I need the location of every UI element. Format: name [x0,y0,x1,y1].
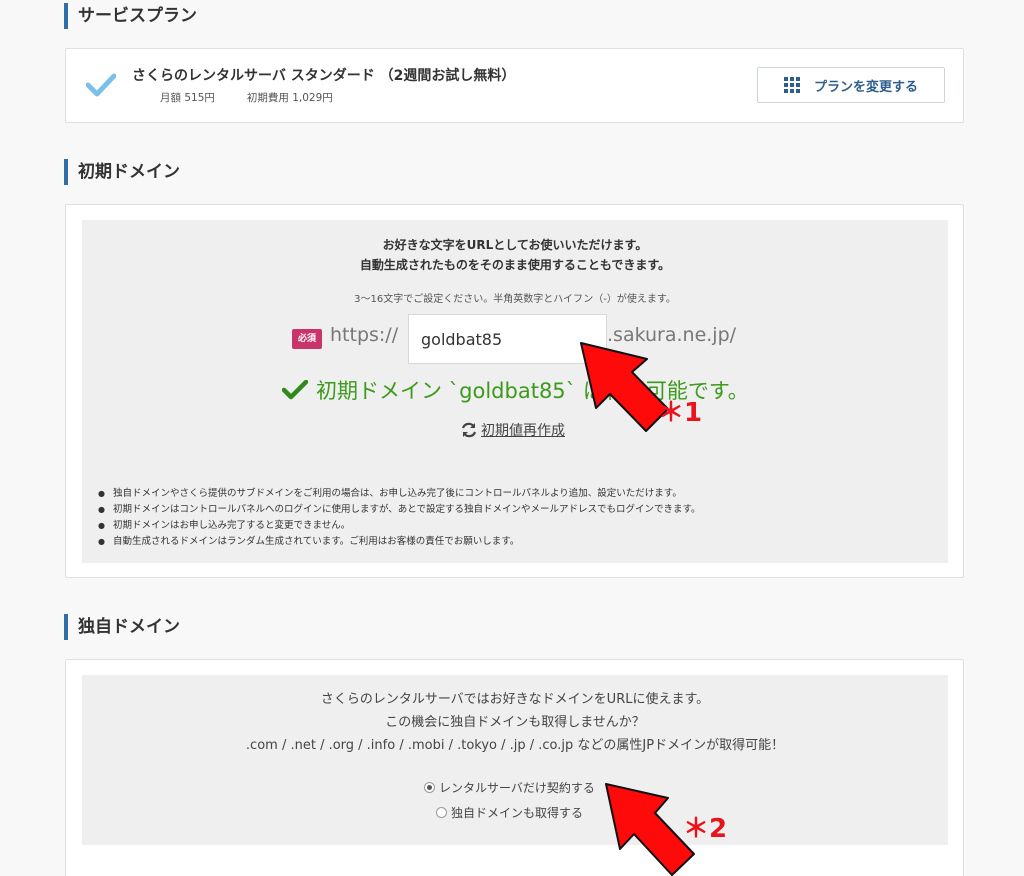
regenerate-label: 初期値再作成 [481,423,565,439]
note-item: 独自ドメインやさくら提供のサブドメインをご利用の場合は、お申し込み完了後にコント… [98,486,701,502]
radio-label-server-only: レンタルサーバだけ契約する [439,781,595,795]
change-plan-button[interactable]: プランを変更する [757,67,945,103]
custom-domain-box: さくらのレンタルサーバではお好きなドメインをURLに使えます。 この機会に独自ド… [82,675,948,845]
plan-prices: 月額 515円 初期費用 1,029円 [160,90,333,105]
annotation-mark-2: ＊2 [683,814,728,844]
service-plan-title: サービスプラン [64,3,197,29]
check-icon [86,73,116,97]
initial-domain-panel: お好きな文字をURLとしてお使いいただけます。 自動生成されたものをそのまま使用… [65,204,964,578]
annotation-mark-1: ＊1 [658,398,703,428]
initial-domain-box: お好きな文字をURLとしてお使いいただけます。 自動生成されたものをそのまま使用… [82,220,948,563]
custom-line-1: さくらのレンタルサーバではお好きなドメインをURLに使えます。 [320,692,710,707]
intro-line-1: お好きな文字をURLとしてお使いいただけます。 [382,238,648,252]
radio-button-selected[interactable] [424,782,435,793]
grid-icon [783,77,800,93]
regenerate-link[interactable]: 初期値再作成 [460,420,565,440]
plan-name: さくらのレンタルサーバ スタンダード （2週間お試し無料） [132,68,516,84]
intro-line-2: 自動生成されたものをそのまま使用することもできます。 [359,258,671,272]
note-item: 初期ドメインはお申し込み完了すると変更できません。 [98,518,701,534]
note-item: 初期ドメインはコントロールパネルへのログインに使用しますが、あとで設定する独自ド… [98,502,701,518]
custom-line-3: .com / .net / .org / .info / .mobi / .to… [245,738,785,753]
radio-label-with-domain: 独自ドメインも取得する [451,806,584,820]
required-badge: 必須 [292,329,322,349]
custom-domain-panel: さくらのレンタルサーバではお好きなドメインをURLに使えます。 この機会に独自ド… [65,659,964,876]
radio-button[interactable] [436,807,447,818]
input-hint: 3〜16文字でご設定ください。半角英数字とハイフン（-）が使えます。 [354,294,676,305]
plan-panel: さくらのレンタルサーバ スタンダード （2週間お試し無料） 月額 515円 初期費… [65,48,964,123]
checkmark-icon [282,380,308,400]
change-plan-label: プランを変更する [813,79,918,95]
monthly-fee: 月額 515円 [160,92,215,104]
initial-fee: 初期費用 1,029円 [246,92,333,104]
refresh-icon [461,422,477,438]
custom-domain-title: 独自ドメイン [64,614,180,640]
url-prefix: https:// [330,324,399,346]
radio-with-domain[interactable]: 独自ドメインも取得する [436,804,583,821]
notes-list: 独自ドメインやさくら提供のサブドメインをご利用の場合は、お申し込み完了後にコント… [98,486,701,550]
custom-line-2: この機会に独自ドメインも取得しませんか？ [385,715,645,730]
initial-domain-title: 初期ドメイン [64,159,180,185]
radio-server-only[interactable]: レンタルサーバだけ契約する [424,779,595,796]
note-item: 自動生成されるドメインはランダム生成されています。ご利用はお客様の責任でお願いし… [98,534,701,550]
